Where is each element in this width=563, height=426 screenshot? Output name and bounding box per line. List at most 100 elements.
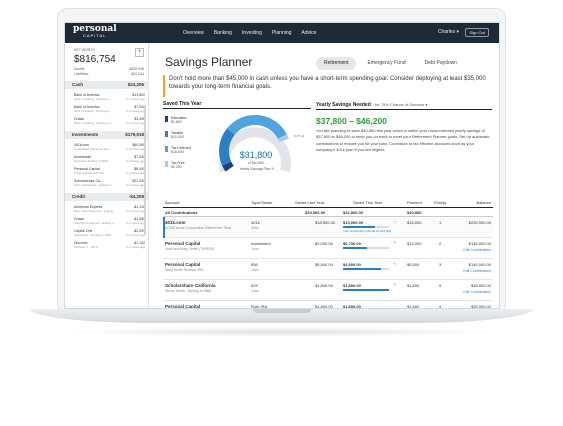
account-name: Scholarshare California — [165, 283, 216, 288]
assets-label: Assets — [74, 67, 85, 71]
account-item[interactable]: Chase Sapphire Preferred - Ending in -$1… — [74, 217, 145, 227]
priority-value: 4 — [439, 304, 442, 309]
account-owner: John — [251, 226, 259, 230]
group-investments[interactable]: Investments $179,918 — [65, 131, 149, 139]
success-chance-dropdown[interactable]: for 75% Chance of Success ▾ — [375, 102, 427, 107]
nav-overview[interactable]: Overview — [183, 30, 204, 36]
account-time: 3 minutes ago — [126, 159, 145, 163]
balance-value: $145,000.00 — [468, 262, 491, 267]
account-type: IRA — [251, 262, 258, 267]
edit-icon[interactable]: ✎ — [393, 282, 396, 287]
tab-retirement[interactable]: Retirement — [316, 57, 357, 70]
saved-this-year: $13,000.00 — [343, 220, 364, 225]
edit-icon[interactable]: ✎ — [393, 261, 396, 266]
nav-advice[interactable]: Advice — [301, 30, 316, 36]
group-cash[interactable]: Cash $24,205 — [65, 81, 149, 89]
top-nav: personal CAPITAL Overview Banking Invest… — [65, 23, 499, 43]
col-type-owner[interactable]: Type/Owner — [251, 200, 273, 205]
oct-marker-label: OCT 21 — [294, 134, 305, 138]
logo[interactable]: personal CAPITAL — [73, 25, 117, 39]
table-row[interactable]: Personal CapitalJohn Smith Roth IRARoth … — [163, 301, 493, 309]
group-credit[interactable]: Credit -$4,209 — [65, 193, 149, 201]
saved-last-year: $5,500.00 — [315, 262, 333, 267]
account-sub: Charles Barkowitz IRA... — [74, 171, 107, 175]
user-menu[interactable]: Charles ▾ — [438, 29, 459, 35]
account-item[interactable]: Bank of America Joint Checking - Ending … — [74, 93, 145, 103]
account-sub: ACME Acme Corporation Retirement Trust — [165, 226, 231, 230]
planned-value: $1,800 — [407, 304, 420, 309]
group-credit-name: Credit — [72, 194, 86, 199]
col-saved-last-year[interactable]: Saved Last Year — [295, 200, 324, 205]
table-row[interactable]: 401k.com ACME Acme Corporation Retirement… — [163, 217, 493, 238]
account-time: 3 minutes ago — [126, 109, 145, 113]
group-credit-value: -$4,209 — [128, 194, 144, 199]
account-type: Roth IRA — [251, 304, 268, 309]
edit-contributions-link[interactable]: Edit Contributions — [463, 269, 491, 273]
account-item[interactable]: Chase Total Checking - Ending in 1 $3,40… — [74, 117, 145, 127]
balance-value: $45,000.00 — [470, 283, 491, 288]
legend-value: $1,800 — [171, 120, 182, 124]
sign-out-button[interactable]: Sign Out — [465, 28, 489, 37]
net-worth-value: $816,754 — [74, 54, 116, 65]
table-header: Account Type/Owner Saved Last Year Saved… — [163, 198, 493, 208]
donut-segment — [277, 134, 289, 143]
account-item[interactable]: Bank of America Joint Checking - Ending … — [74, 105, 145, 115]
savings-range: $37,800 – $46,200 — [316, 116, 387, 126]
account-sub: Simon Smith - Ending in 9868 — [165, 289, 212, 293]
tab-emergency-fund[interactable]: Emergency Fund — [359, 57, 413, 70]
table-row[interactable]: Personal Capital John and Mary Smith (TWR… — [163, 238, 493, 259]
legend-swatch — [165, 161, 168, 167]
account-time: 3 minutes ago — [126, 183, 145, 187]
edit-contributions-link[interactable]: Edit Contributions — [463, 248, 491, 252]
saved-last-year: $18,500.00 — [315, 220, 336, 225]
account-owner: John — [251, 289, 259, 293]
account-item[interactable]: Ameritrade Securities Ending in 5600 $7,… — [74, 155, 145, 165]
planned-value: $13,000 — [407, 241, 422, 246]
account-item[interactable]: 401k.com Centralised Industries Ret... $… — [74, 143, 145, 153]
account-item[interactable]: Scholarshare Ca... Simon Barkowitz - End… — [74, 179, 145, 189]
table-row[interactable]: Scholarshare California Simon Smith - End… — [163, 280, 493, 301]
priority-value: 2 — [439, 241, 442, 246]
edit-contributions-link[interactable]: Edit Contributions — [463, 290, 491, 294]
nav-planning[interactable]: Planning — [272, 30, 291, 36]
account-owner: John — [251, 268, 259, 272]
saved-this-year-panel: Saved This Year Education $1,800 Taxable… — [163, 101, 311, 195]
nav-investing[interactable]: Investing — [242, 30, 262, 36]
nav-banking[interactable]: Banking — [214, 30, 232, 36]
legend-value: $1,250 — [171, 165, 182, 169]
col-balance[interactable]: Balance — [477, 200, 491, 205]
account-sub: Total Checking - Ending in 1 — [74, 121, 112, 125]
tab-debt-paydown[interactable]: Debt Paydown — [417, 57, 466, 70]
edit-icon[interactable]: ⓘ — [393, 219, 397, 225]
liabilities-label: Liabilities — [74, 72, 89, 76]
col-saved-this-year[interactable]: Saved This Year — [353, 200, 382, 205]
saved-this-year: $4,500.00 — [343, 262, 361, 267]
contribution-note: Your contribution should be $14,000 — [343, 229, 391, 233]
donut-caption[interactable]: Yearly Savings Plan ✎ — [231, 167, 283, 171]
account-item[interactable]: Discover Discover It - 4878 -$1,102 3 mi… — [74, 241, 145, 251]
edit-icon[interactable]: ✎ — [393, 240, 396, 245]
account-name: 401k.com — [165, 220, 186, 225]
laptop-notch — [253, 309, 311, 313]
account-time: 3 minutes ago — [126, 209, 145, 213]
group-investments-value: $179,918 — [125, 132, 144, 137]
account-item[interactable]: Capital One Quicksilver - Ending in 3232… — [74, 229, 145, 239]
col-priority[interactable]: Priority — [434, 200, 446, 205]
balance-value: $25,000.00 — [470, 304, 491, 309]
group-investments-name: Investments — [72, 132, 99, 137]
add-account-button[interactable]: + — [135, 48, 144, 57]
priority-value: 5 — [439, 283, 442, 288]
legend-value: $18,500 — [171, 150, 184, 154]
account-item[interactable]: Personal Capital Charles Barkowitz IRA..… — [74, 167, 145, 177]
account-type: 401k — [251, 220, 260, 225]
account-sub: John and Mary Smith (TWROS) — [165, 247, 215, 251]
table-row[interactable]: Personal Capital Mary Smith Rollover IRA I… — [163, 259, 493, 280]
planned-value: $1,800 — [407, 283, 420, 288]
net-worth-label: NET WORTH — [74, 48, 96, 52]
sidebar-scrollbar[interactable] — [144, 105, 146, 235]
contributions-table: Account Type/Owner Saved Last Year Saved… — [163, 198, 493, 309]
col-account[interactable]: Account — [165, 200, 179, 205]
col-planned[interactable]: Planned — [407, 200, 422, 205]
account-item[interactable]: American Express Blue Cash Preferred - E… — [74, 205, 145, 215]
balance-value: $225,000.00 — [468, 220, 491, 225]
